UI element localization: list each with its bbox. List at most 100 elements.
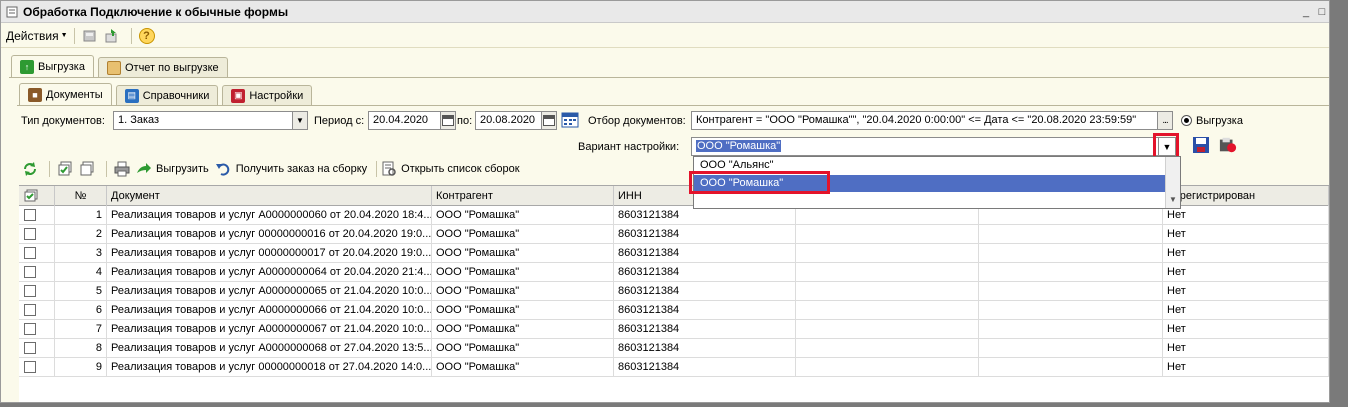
title-bar: Обработка Подключение к обычные формы _ … [1,1,1329,23]
cell-inn: 8603121384 [614,244,796,263]
menu-bar: Действия ▼ ? [1,24,1329,48]
upload-radio[interactable] [1181,115,1192,126]
period-to-field[interactable]: 20.08.2020 [475,111,557,130]
cell-counterparty: ООО "Ромашка" [432,301,614,320]
main-tabs-divider [9,77,1329,78]
cell-empty [796,320,979,339]
cell-number: 6 [55,301,107,320]
documents-table: № Документ Контрагент ИНН Зарегистрирова… [19,185,1329,402]
save-form-icon[interactable] [81,27,99,45]
cell-checkbox [19,301,55,320]
upload-button[interactable]: Выгрузить [135,160,209,178]
chevron-down-icon[interactable]: ▼ [292,112,307,129]
tab-catalogs[interactable]: ▤ Справочники [115,85,219,105]
tab-documents[interactable]: ■ Документы [19,83,112,105]
table-row[interactable]: 4 Реализация товаров и услуг А0000000064 … [19,263,1329,282]
cell-checkbox [19,206,55,225]
header-document[interactable]: Документ [107,186,432,206]
calendar-icon[interactable] [541,112,556,129]
actions-menu-label: Действия [6,28,59,43]
tab-upload[interactable]: ↑ Выгрузка [11,55,94,77]
cell-inn: 8603121384 [614,358,796,377]
cell-number: 8 [55,339,107,358]
cell-number: 3 [55,244,107,263]
table-row[interactable]: 5 Реализация товаров и услуг А0000000065 … [19,282,1329,301]
maximize-icon[interactable]: □ [1315,5,1329,19]
uncheck-all-icon[interactable] [78,160,96,178]
cell-number: 4 [55,263,107,282]
save-settings-icon[interactable] [1192,136,1210,154]
table-row[interactable]: 6 Реализация товаров и услуг А0000000066 … [19,301,1329,320]
row-checkbox[interactable] [24,209,36,221]
tab-upload-report[interactable]: Отчет по выгрузке [97,57,228,77]
period-from-label: Период с: [314,115,365,127]
export-form-icon[interactable] [103,27,121,45]
sub-tabs-divider [17,105,1329,106]
doc-type-select[interactable]: 1. Заказ ▼ [113,111,308,130]
row-checkbox[interactable] [24,285,36,297]
cell-inn: 8603121384 [614,225,796,244]
row-checkbox[interactable] [24,247,36,259]
dropdown-scrollbar[interactable]: ▼ [1165,157,1180,208]
variant-value: ООО "Ромашка" [696,140,782,152]
cell-empty [979,320,1163,339]
cell-registered: Нет [1163,244,1329,263]
table-row[interactable]: 3 Реализация товаров и услуг 00000000017 … [19,244,1329,263]
row-checkbox[interactable] [24,304,36,316]
header-registered[interactable]: Зарегистрирован [1163,186,1329,206]
row-checkbox[interactable] [24,228,36,240]
cell-registered: Нет [1163,282,1329,301]
header-check-icon[interactable] [19,186,55,206]
cell-number: 1 [55,206,107,225]
scroll-down-icon[interactable]: ▼ [1166,195,1180,204]
cell-empty [796,301,979,320]
calendar-icon[interactable] [440,112,455,129]
table-row[interactable]: 7 Реализация товаров и услуг А0000000067 … [19,320,1329,339]
report-icon [106,60,121,75]
header-counterparty[interactable]: Контрагент [432,186,614,206]
period-settings-icon[interactable] [561,111,579,129]
row-checkbox[interactable] [24,266,36,278]
row-checkbox[interactable] [24,361,36,373]
selection-button[interactable]: ... [1157,112,1172,129]
cell-document: Реализация товаров и услуг А0000000068 о… [107,339,432,358]
cell-registered: Нет [1163,320,1329,339]
variant-select[interactable]: ООО "Ромашка" ▼ [691,137,1176,156]
cell-empty [979,358,1163,377]
table-row[interactable]: 2 Реализация товаров и услуг 00000000016 … [19,225,1329,244]
cell-inn: 8603121384 [614,320,796,339]
table-row[interactable]: 8 Реализация товаров и услуг А0000000068 … [19,339,1329,358]
period-from-field[interactable]: 20.04.2020 [368,111,456,130]
help-icon[interactable]: ? [138,27,156,45]
cell-empty [979,301,1163,320]
arrow-right-icon [135,160,153,178]
row-checkbox[interactable] [24,342,36,354]
toolbar-separator [376,161,378,177]
period-from-value: 20.04.2020 [373,114,429,126]
open-list-button[interactable]: Открыть список сборок [380,160,520,178]
print-icon[interactable] [113,160,131,178]
table-row[interactable]: 9 Реализация товаров и услуг 00000000018 … [19,358,1329,377]
minimize-icon[interactable]: _ [1299,5,1313,19]
open-list-button-label: Открыть список сборок [401,163,520,175]
load-settings-icon[interactable] [1219,136,1237,154]
actions-menu[interactable]: Действия ▼ [6,29,68,43]
cell-registered: Нет [1163,358,1329,377]
tab-upload-label: Выгрузка [38,60,85,73]
tab-settings[interactable]: ▣ Настройки [222,85,313,105]
header-number[interactable]: № [55,186,107,206]
cell-counterparty: ООО "Ромашка" [432,206,614,225]
cell-number: 2 [55,225,107,244]
cell-inn: 8603121384 [614,282,796,301]
get-order-button[interactable]: Получить заказ на сборку [215,160,367,178]
cell-checkbox [19,244,55,263]
check-all-icon[interactable] [56,160,74,178]
refresh-icon[interactable] [21,160,39,178]
cell-number: 7 [55,320,107,339]
app-window: Обработка Подключение к обычные формы _ … [0,0,1330,403]
row-checkbox[interactable] [24,323,36,335]
cell-checkbox [19,263,55,282]
cell-counterparty: ООО "Ромашка" [432,358,614,377]
cell-checkbox [19,225,55,244]
selection-field[interactable]: Контрагент = "ООО "Ромашка"", "20.04.202… [691,111,1173,130]
